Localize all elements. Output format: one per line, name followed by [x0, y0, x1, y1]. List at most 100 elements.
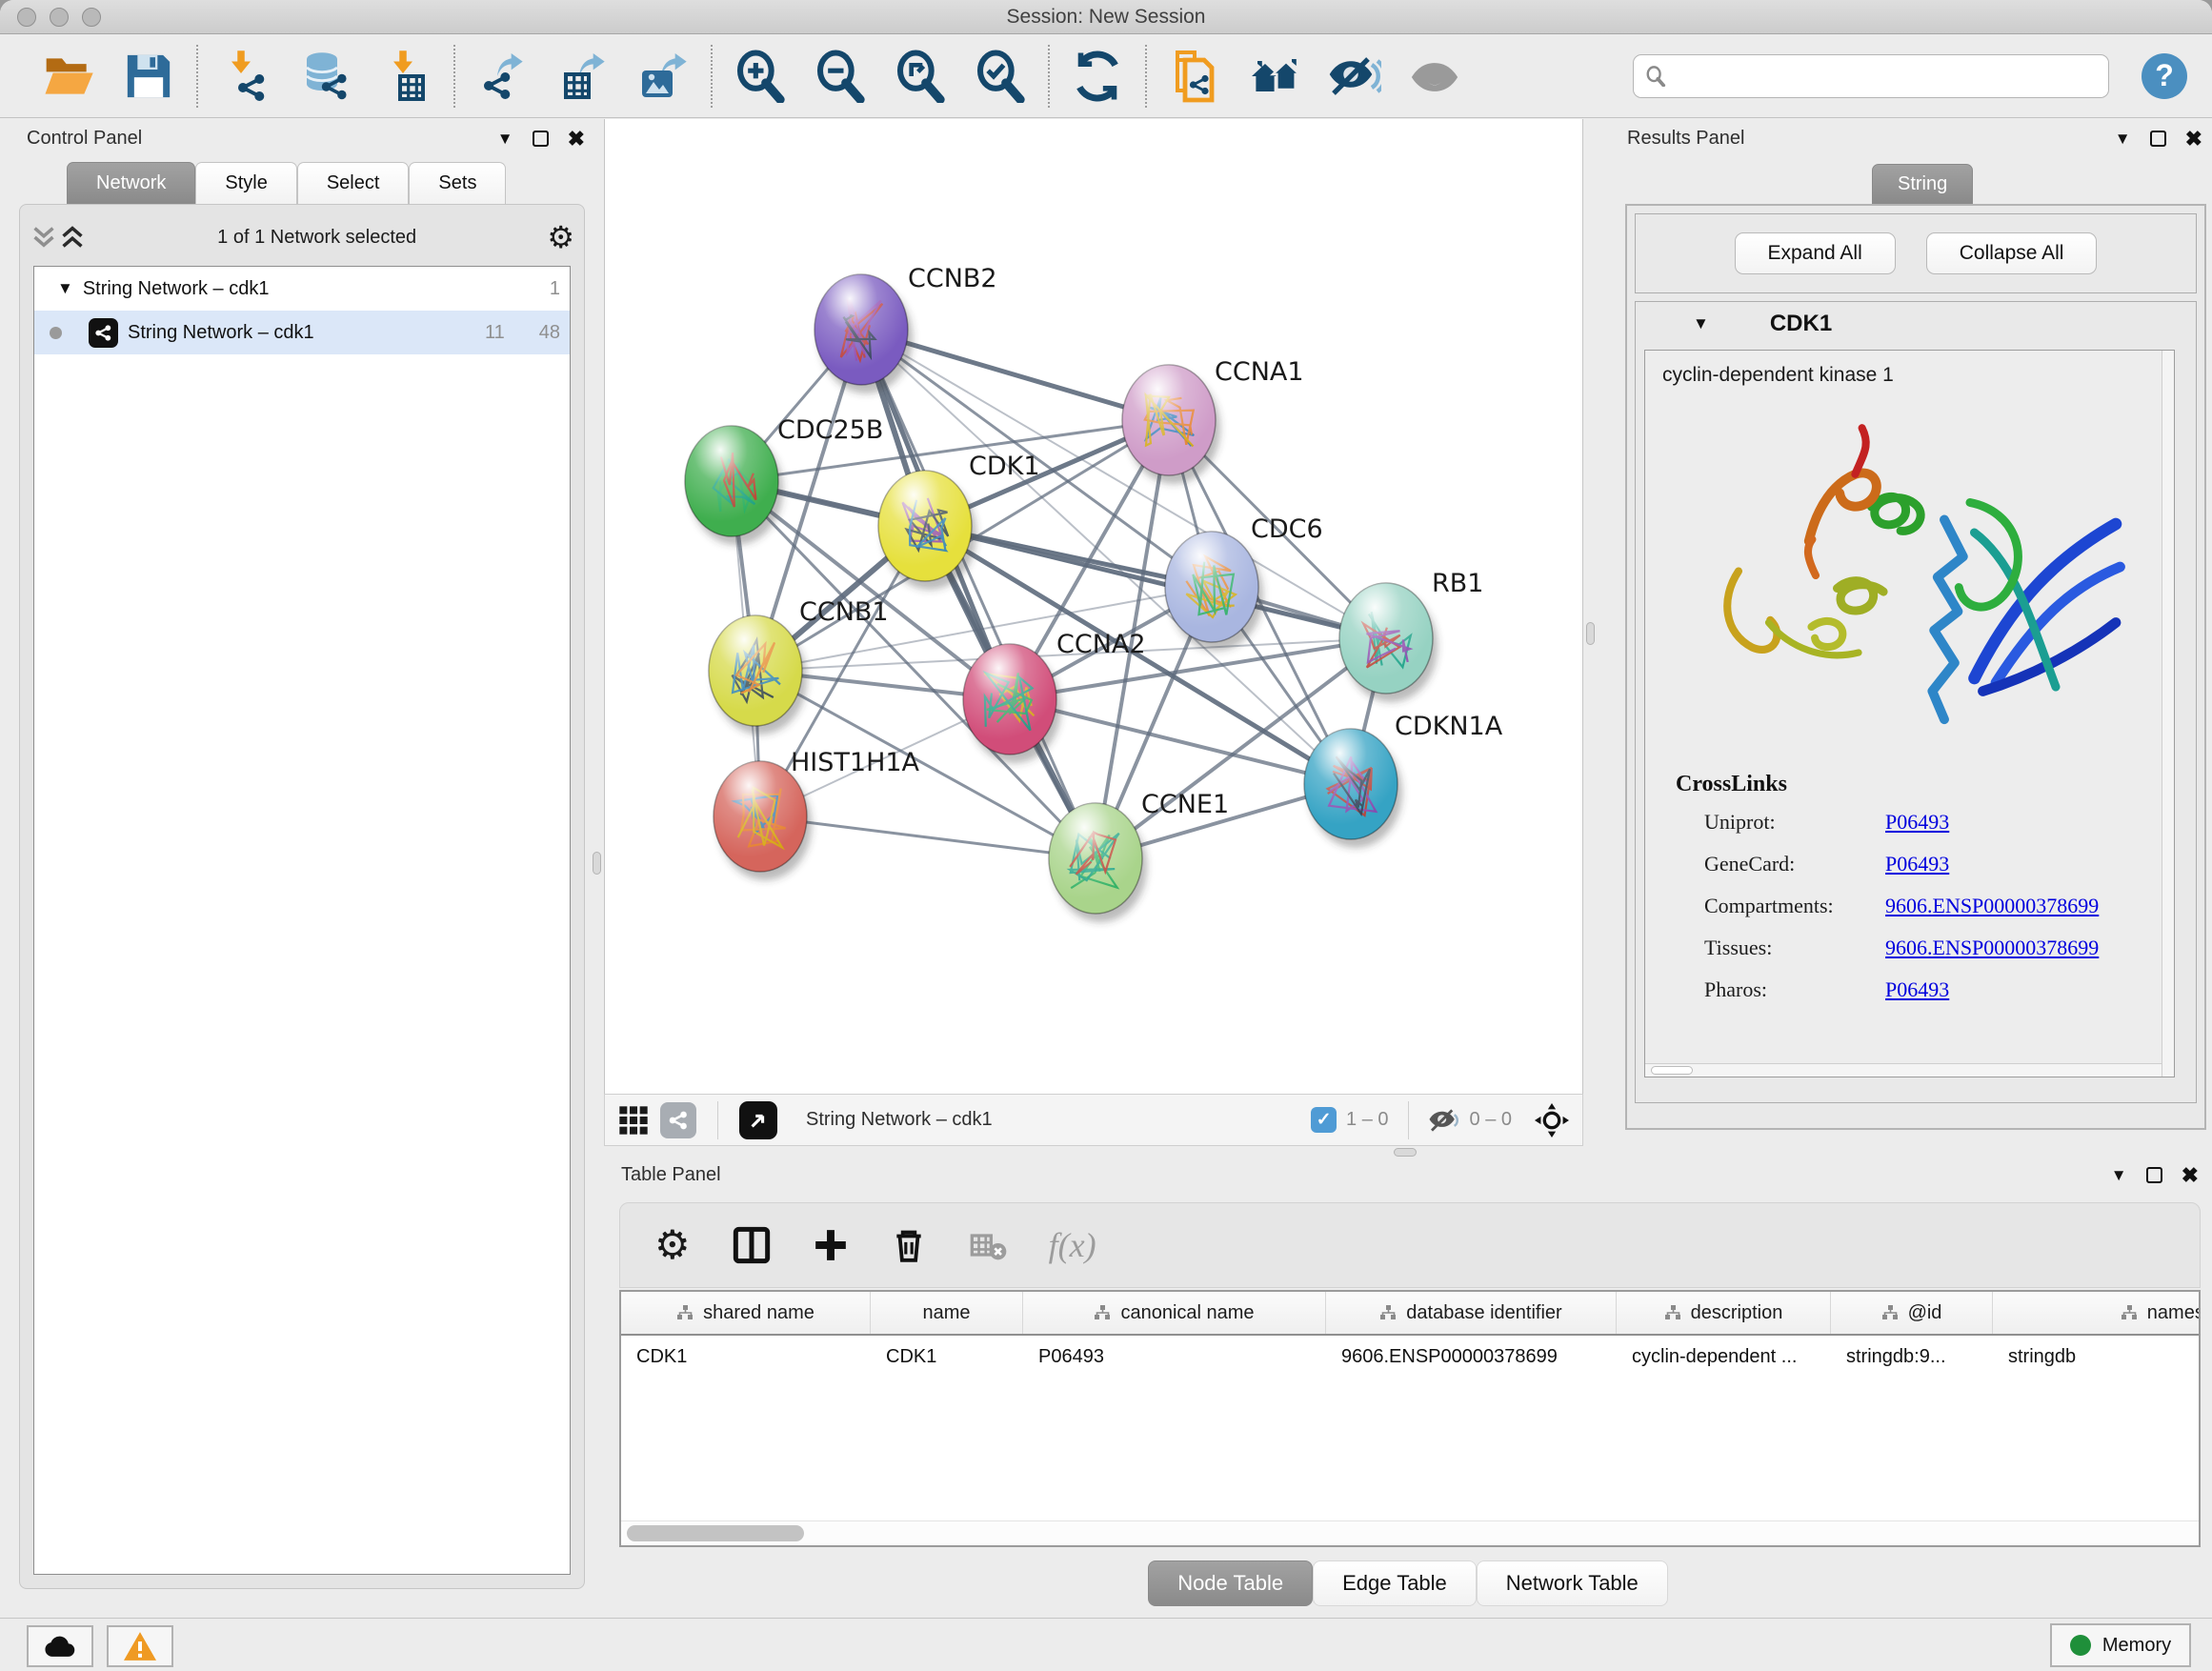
zoom-selected-icon[interactable] — [960, 43, 1040, 110]
collapse-all-networks-icon[interactable] — [30, 225, 58, 250]
node-RB1[interactable] — [1339, 583, 1438, 702]
column-header--id[interactable]: @id — [1831, 1292, 1993, 1334]
zoom-fit-icon[interactable] — [880, 43, 960, 110]
table-cell[interactable]: 9606.ENSP00000378699 — [1326, 1346, 1617, 1368]
table-hscroll-thumb[interactable] — [627, 1525, 804, 1541]
control-panel-close-icon[interactable]: ✖ — [568, 129, 585, 150]
search-input[interactable] — [1674, 66, 2097, 87]
import-network-database-icon[interactable] — [286, 43, 366, 110]
home-networks-icon[interactable] — [1235, 43, 1315, 110]
control-panel-maximize-icon[interactable] — [533, 131, 549, 147]
collapse-all-button[interactable]: Collapse All — [1926, 232, 2098, 274]
network-options-gear-icon[interactable]: ⚙ — [547, 222, 574, 252]
network-row-selected[interactable]: String Network – cdk1 1148 — [34, 311, 570, 354]
open-session-icon[interactable] — [29, 43, 109, 110]
network-collection-row[interactable]: ▼ String Network – cdk1 1 — [34, 267, 570, 311]
close-window-button[interactable] — [17, 8, 36, 27]
zoom-in-icon[interactable] — [720, 43, 800, 110]
node-CCNA1[interactable] — [1122, 365, 1220, 484]
memory-button[interactable]: Memory — [2050, 1623, 2191, 1667]
open-in-new-view-icon[interactable] — [739, 1101, 777, 1139]
show-columns-icon[interactable] — [733, 1226, 771, 1264]
hide-selected-icon[interactable] — [1315, 43, 1395, 110]
left-splitter-grip[interactable] — [593, 852, 601, 875]
crosslink-link[interactable]: 9606.ENSP00000378699 — [1885, 894, 2099, 918]
clone-network-icon[interactable] — [1155, 43, 1235, 110]
column-header-description[interactable]: description — [1617, 1292, 1831, 1334]
table-panel-collapse-icon[interactable]: ▼ — [2111, 1166, 2127, 1185]
string-view-icon[interactable] — [660, 1102, 696, 1138]
refresh-view-icon[interactable] — [1057, 43, 1137, 110]
cloud-status-button[interactable] — [27, 1625, 93, 1667]
delete-table-icon[interactable] — [969, 1230, 1007, 1260]
hidden-count-eye-icon[interactable] — [1428, 1108, 1460, 1133]
table-panel-close-icon[interactable]: ✖ — [2182, 1165, 2199, 1186]
export-table-icon[interactable] — [543, 43, 623, 110]
expand-all-networks-icon[interactable] — [58, 225, 87, 250]
grid-view-icon[interactable] — [618, 1105, 649, 1136]
column-header-shared-name[interactable]: shared name — [621, 1292, 871, 1334]
import-table-file-icon[interactable] — [366, 43, 446, 110]
node-CCNE1[interactable] — [1049, 803, 1147, 922]
node-CDK1[interactable] — [878, 471, 976, 590]
crosslink-link[interactable]: P06493 — [1885, 810, 1949, 835]
tab-network[interactable]: Network — [67, 162, 195, 204]
expand-all-button[interactable]: Expand All — [1735, 232, 1896, 274]
tab-edge-table[interactable]: Edge Table — [1313, 1560, 1477, 1606]
network-canvas[interactable]: CCNB2CCNA1CDC25BCDK1CDC6RB1CCNB1CCNA2CDK… — [604, 119, 1583, 1094]
table-cell[interactable]: P06493 — [1023, 1346, 1326, 1368]
node-CDC6[interactable] — [1165, 532, 1263, 651]
node-CCNA2[interactable] — [963, 644, 1061, 763]
results-panel-collapse-icon[interactable]: ▼ — [2115, 130, 2131, 149]
table-cell[interactable]: stringdb — [1993, 1346, 2201, 1368]
table-row[interactable]: CDK1CDK1P064939606.ENSP00000378699cyclin… — [621, 1336, 2199, 1378]
gene-section-header[interactable]: ▼ CDK1 — [1636, 302, 2196, 346]
node-CCNB2[interactable] — [814, 274, 913, 393]
section-collapse-icon[interactable]: ▼ — [1693, 314, 1709, 333]
tab-network-table[interactable]: Network Table — [1477, 1560, 1668, 1606]
selected-count-checkbox-icon[interactable]: ✓ — [1311, 1107, 1337, 1133]
delete-column-icon[interactable] — [891, 1227, 927, 1263]
tree-expand-icon[interactable]: ▼ — [57, 279, 73, 298]
column-header-name[interactable]: name — [871, 1292, 1023, 1334]
column-header-namespace[interactable]: namespace — [1993, 1292, 2201, 1334]
edge-CCNB2-CCNE1[interactable] — [861, 330, 1096, 858]
right-splitter-grip[interactable] — [1586, 622, 1595, 645]
show-hidden-icon[interactable] — [1395, 43, 1475, 110]
minimize-window-button[interactable] — [50, 8, 69, 27]
crosslink-link[interactable]: P06493 — [1885, 977, 1949, 1002]
results-panel-maximize-icon[interactable] — [2150, 131, 2166, 147]
node-HIST1H1A[interactable] — [714, 761, 812, 880]
network-graph[interactable]: CCNB2CCNA1CDC25BCDK1CDC6RB1CCNB1CCNA2CDK… — [605, 119, 1582, 1092]
create-column-icon[interactable] — [813, 1227, 849, 1263]
export-image-icon[interactable] — [623, 43, 703, 110]
save-session-icon[interactable] — [109, 43, 189, 110]
tab-style[interactable]: Style — [195, 162, 296, 204]
bottom-splitter-grip[interactable] — [1394, 1148, 1417, 1157]
results-panel-close-icon[interactable]: ✖ — [2185, 129, 2202, 150]
function-builder-icon[interactable]: f(x) — [1049, 1225, 1096, 1265]
column-header-canonical-name[interactable]: canonical name — [1023, 1292, 1326, 1334]
table-cell[interactable]: cyclin-dependent ... — [1617, 1346, 1831, 1368]
table-horizontal-scrollbar[interactable] — [621, 1520, 2199, 1545]
table-cell[interactable]: CDK1 — [871, 1346, 1023, 1368]
warnings-button[interactable] — [107, 1625, 173, 1667]
export-network-icon[interactable] — [463, 43, 543, 110]
node-CDC25B[interactable] — [685, 426, 783, 545]
crosslink-link[interactable]: P06493 — [1885, 852, 1949, 876]
node-CCNB1[interactable] — [709, 615, 807, 735]
node-CDKN1A[interactable] — [1304, 729, 1402, 848]
table-options-gear-icon[interactable]: ⚙ — [654, 1225, 691, 1265]
column-header-database-identifier[interactable]: database identifier — [1326, 1292, 1617, 1334]
tab-node-table[interactable]: Node Table — [1148, 1560, 1313, 1606]
table-cell[interactable]: stringdb:9... — [1831, 1346, 1993, 1368]
help-button[interactable]: ? — [2142, 53, 2187, 99]
control-panel-collapse-icon[interactable]: ▼ — [497, 130, 513, 149]
table-panel-maximize-icon[interactable] — [2146, 1167, 2162, 1183]
tab-sets[interactable]: Sets — [409, 162, 506, 204]
results-vertical-scrollbar[interactable] — [2162, 351, 2174, 1077]
tab-select[interactable]: Select — [297, 162, 410, 204]
maximize-window-button[interactable] — [82, 8, 101, 27]
birdseye-navigator-icon[interactable] — [1535, 1103, 1569, 1137]
import-network-file-icon[interactable] — [206, 43, 286, 110]
